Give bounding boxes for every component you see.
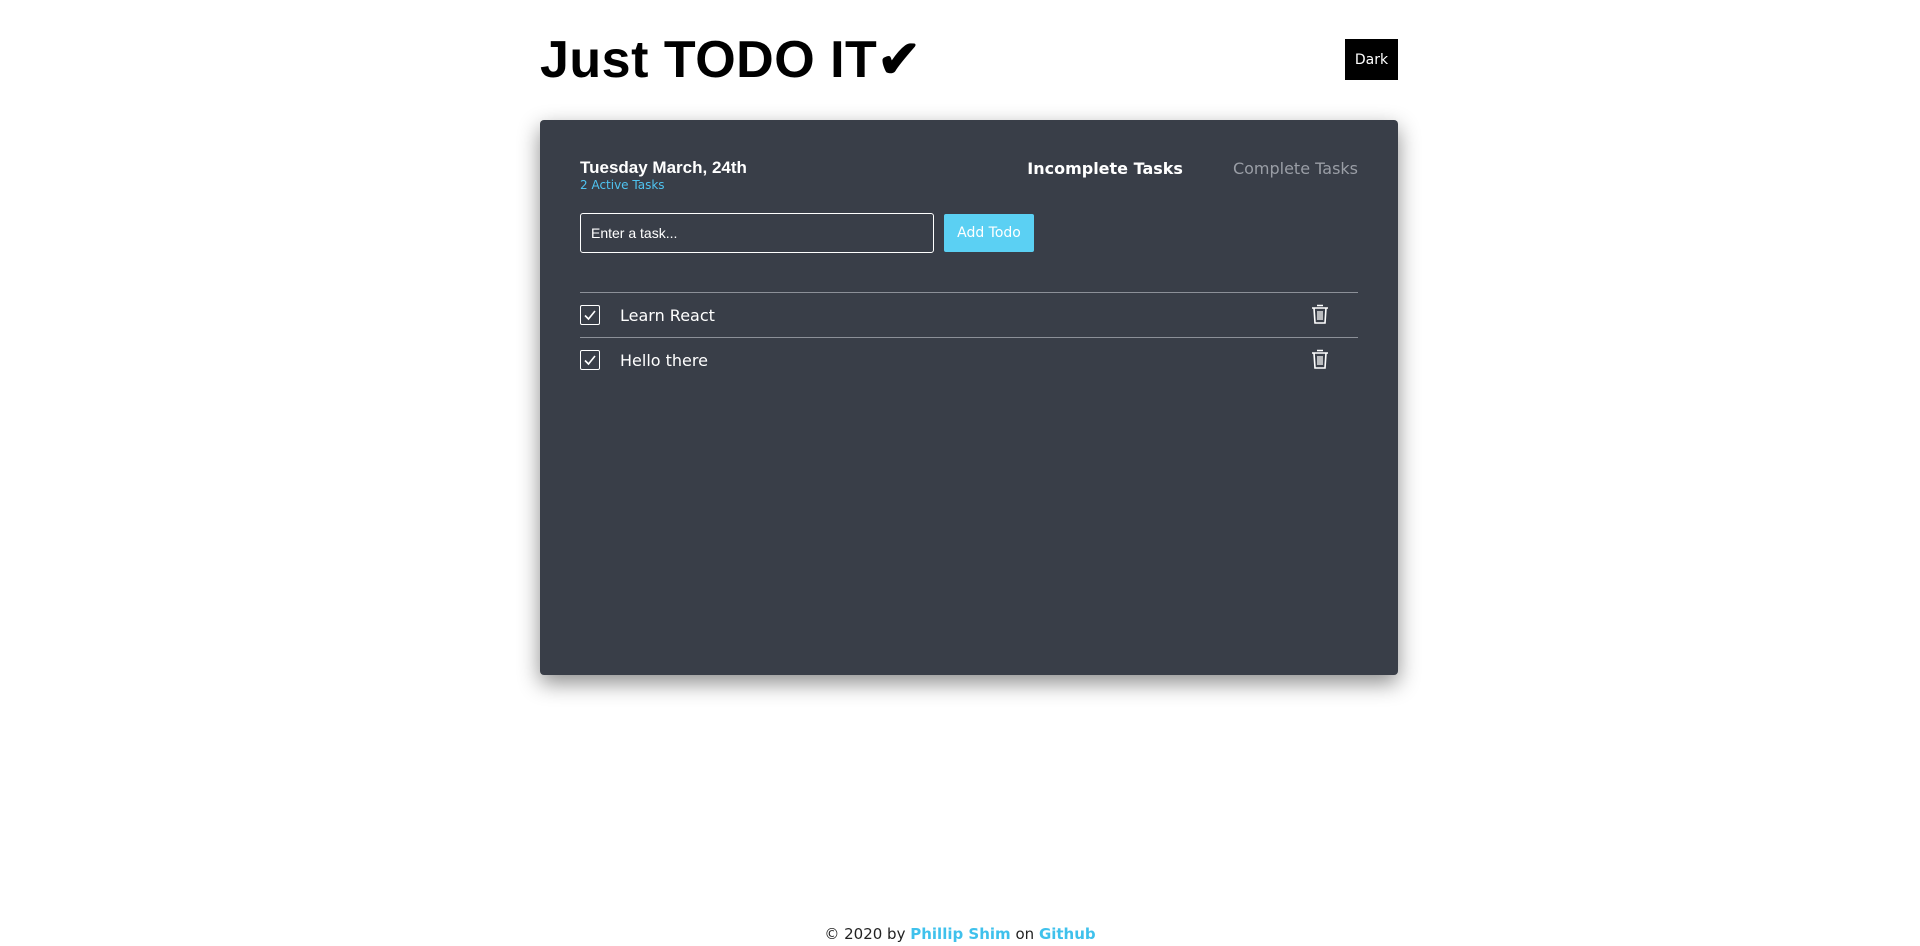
app-header: Just TODO IT✔ Dark — [540, 30, 1398, 90]
checkmark-icon — [584, 310, 596, 321]
task-input[interactable] — [580, 213, 934, 253]
todo-text: Learn React — [620, 306, 715, 325]
footer-copyright: © 2020 by — [824, 925, 906, 943]
author-link[interactable]: Phillip Shim — [910, 925, 1010, 943]
task-filter-tabs: Incomplete Tasks Complete Tasks — [1027, 159, 1358, 178]
trash-icon[interactable] — [1310, 303, 1330, 325]
footer-on: on — [1015, 925, 1035, 943]
todo-checkbox[interactable] — [580, 305, 600, 325]
trash-icon[interactable] — [1310, 348, 1330, 370]
todo-item: Learn React — [580, 292, 1358, 337]
active-tasks-count: 2 Active Tasks — [580, 178, 665, 192]
footer: © 2020 by Phillip Shim on Github — [0, 925, 1920, 943]
add-todo-button[interactable]: Add Todo — [944, 214, 1034, 252]
github-link[interactable]: Github — [1039, 925, 1096, 943]
checkmark-icon — [584, 355, 596, 366]
dark-mode-toggle-button[interactable]: Dark — [1345, 39, 1398, 80]
todo-text: Hello there — [620, 351, 708, 370]
app-title: Just TODO IT✔ — [540, 31, 922, 89]
todo-item: Hello there — [580, 337, 1358, 382]
current-date: Tuesday March, 24th — [580, 158, 747, 177]
todo-card: Tuesday March, 24th 2 Active Tasks Incom… — [540, 120, 1398, 675]
todo-checkbox[interactable] — [580, 350, 600, 370]
todo-list: Learn React Hello there — [580, 292, 1358, 382]
tab-complete-tasks[interactable]: Complete Tasks — [1233, 159, 1358, 178]
tab-incomplete-tasks[interactable]: Incomplete Tasks — [1027, 159, 1183, 178]
